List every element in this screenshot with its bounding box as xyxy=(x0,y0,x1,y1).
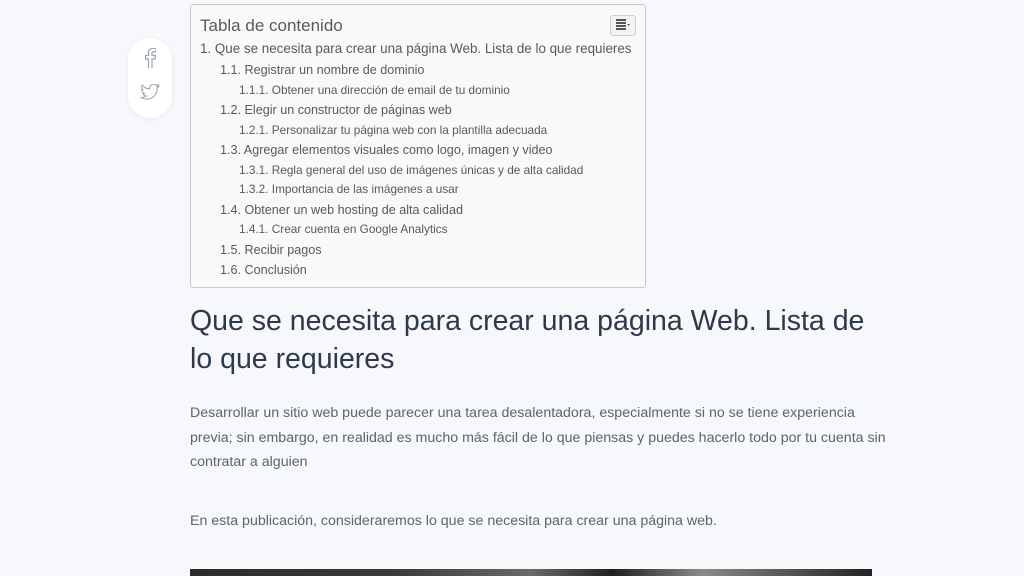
table-of-contents: Tabla de contenido 1. Que se necesita pa… xyxy=(190,4,646,288)
toc-item-1-1[interactable]: 1.1. Registrar un nombre de dominio xyxy=(220,63,424,77)
list-toggle-icon xyxy=(616,17,630,35)
toc-item-1[interactable]: 1. Que se necesita para crear una página… xyxy=(200,41,632,56)
facebook-icon[interactable] xyxy=(140,48,160,68)
article-paragraph-intro: Desarrollar un sitio web puede parecer u… xyxy=(190,405,886,470)
toc-item-1-3-2[interactable]: 1.3.2. Importancia de las imágenes a usa… xyxy=(239,182,459,196)
toc-item-1-4[interactable]: 1.4. Obtener un web hosting de alta cali… xyxy=(220,203,463,217)
toc-item-1-3-1[interactable]: 1.3.1. Regla general del uso de imágenes… xyxy=(239,163,583,177)
article-image xyxy=(190,569,872,576)
toc-item-1-6[interactable]: 1.6. Conclusión xyxy=(220,263,307,277)
article-heading: Que se necesita para crear una página We… xyxy=(190,305,865,375)
toc-item-1-1-1[interactable]: 1.1.1. Obtener una dirección de email de… xyxy=(239,83,510,97)
toc-item-1-2-1[interactable]: 1.2.1. Personalizar tu página web con la… xyxy=(239,123,547,137)
toc-item-1-5[interactable]: 1.5. Recibir pagos xyxy=(220,243,322,257)
toc-item-1-4-1[interactable]: 1.4.1. Crear cuenta en Google Analytics xyxy=(239,222,448,236)
toc-title: Tabla de contenido xyxy=(200,16,343,35)
social-share-bar xyxy=(128,38,172,118)
twitter-icon[interactable] xyxy=(140,82,160,102)
toc-item-1-3[interactable]: 1.3. Agregar elementos visuales como log… xyxy=(220,143,553,157)
toc-toggle-button[interactable] xyxy=(610,15,636,36)
toc-item-1-2[interactable]: 1.2. Elegir un constructor de páginas we… xyxy=(220,103,452,117)
article-paragraph-summary: En esta publicación, consideraremos lo q… xyxy=(190,513,717,529)
